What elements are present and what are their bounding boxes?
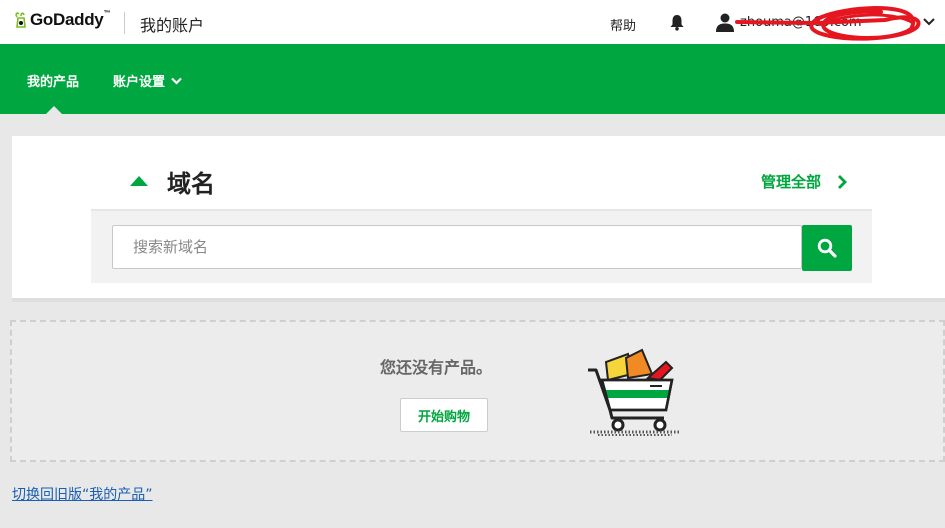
tab-my-products[interactable]: 我的产品 [27, 71, 79, 90]
search-icon [817, 238, 837, 258]
main-nav: 我的产品 账户设置 [0, 44, 945, 114]
start-shopping-button[interactable]: 开始购物 [400, 398, 488, 432]
tab-account-settings-label: 账户设置 [113, 75, 166, 90]
active-tab-indicator [46, 106, 62, 114]
user-icon [716, 13, 734, 32]
tab-account-settings[interactable]: 账户设置 [113, 71, 183, 90]
logo-text: GoDaddy™ [30, 10, 111, 29]
switch-old-version-link[interactable]: 切换回旧版“我的产品” [12, 484, 153, 504]
collapse-arrow-icon[interactable] [129, 174, 149, 188]
empty-products-message: 您还没有产品。 [380, 358, 493, 377]
shopping-cart-icon [588, 348, 680, 436]
card-divider [12, 298, 945, 302]
domain-search-input[interactable] [112, 225, 802, 269]
help-link[interactable]: 帮助 [610, 15, 636, 34]
search-button[interactable] [802, 225, 852, 271]
top-header: GoDaddy™ 我的账户 帮助 zhouma@163.com [0, 0, 945, 45]
domain-section-title: 域名 [167, 170, 215, 198]
chevron-down-icon[interactable] [922, 16, 936, 28]
bell-icon[interactable] [668, 13, 686, 31]
godaddy-logo-icon [15, 12, 26, 28]
header-divider [124, 12, 125, 34]
chevron-right-icon [838, 174, 847, 189]
chevron-down-icon [171, 77, 182, 85]
domain-card: 域名 管理全部 [12, 136, 945, 302]
user-email[interactable]: zhouma@163.com [740, 15, 862, 30]
products-empty-state: 您还没有产品。 开始购物 [10, 320, 945, 462]
page-title: 我的账户 [140, 16, 205, 35]
manage-all-link[interactable]: 管理全部 [761, 171, 848, 192]
domain-search-panel [91, 209, 872, 283]
manage-all-label: 管理全部 [761, 173, 822, 191]
godaddy-logo[interactable]: GoDaddy™ [14, 10, 110, 30]
